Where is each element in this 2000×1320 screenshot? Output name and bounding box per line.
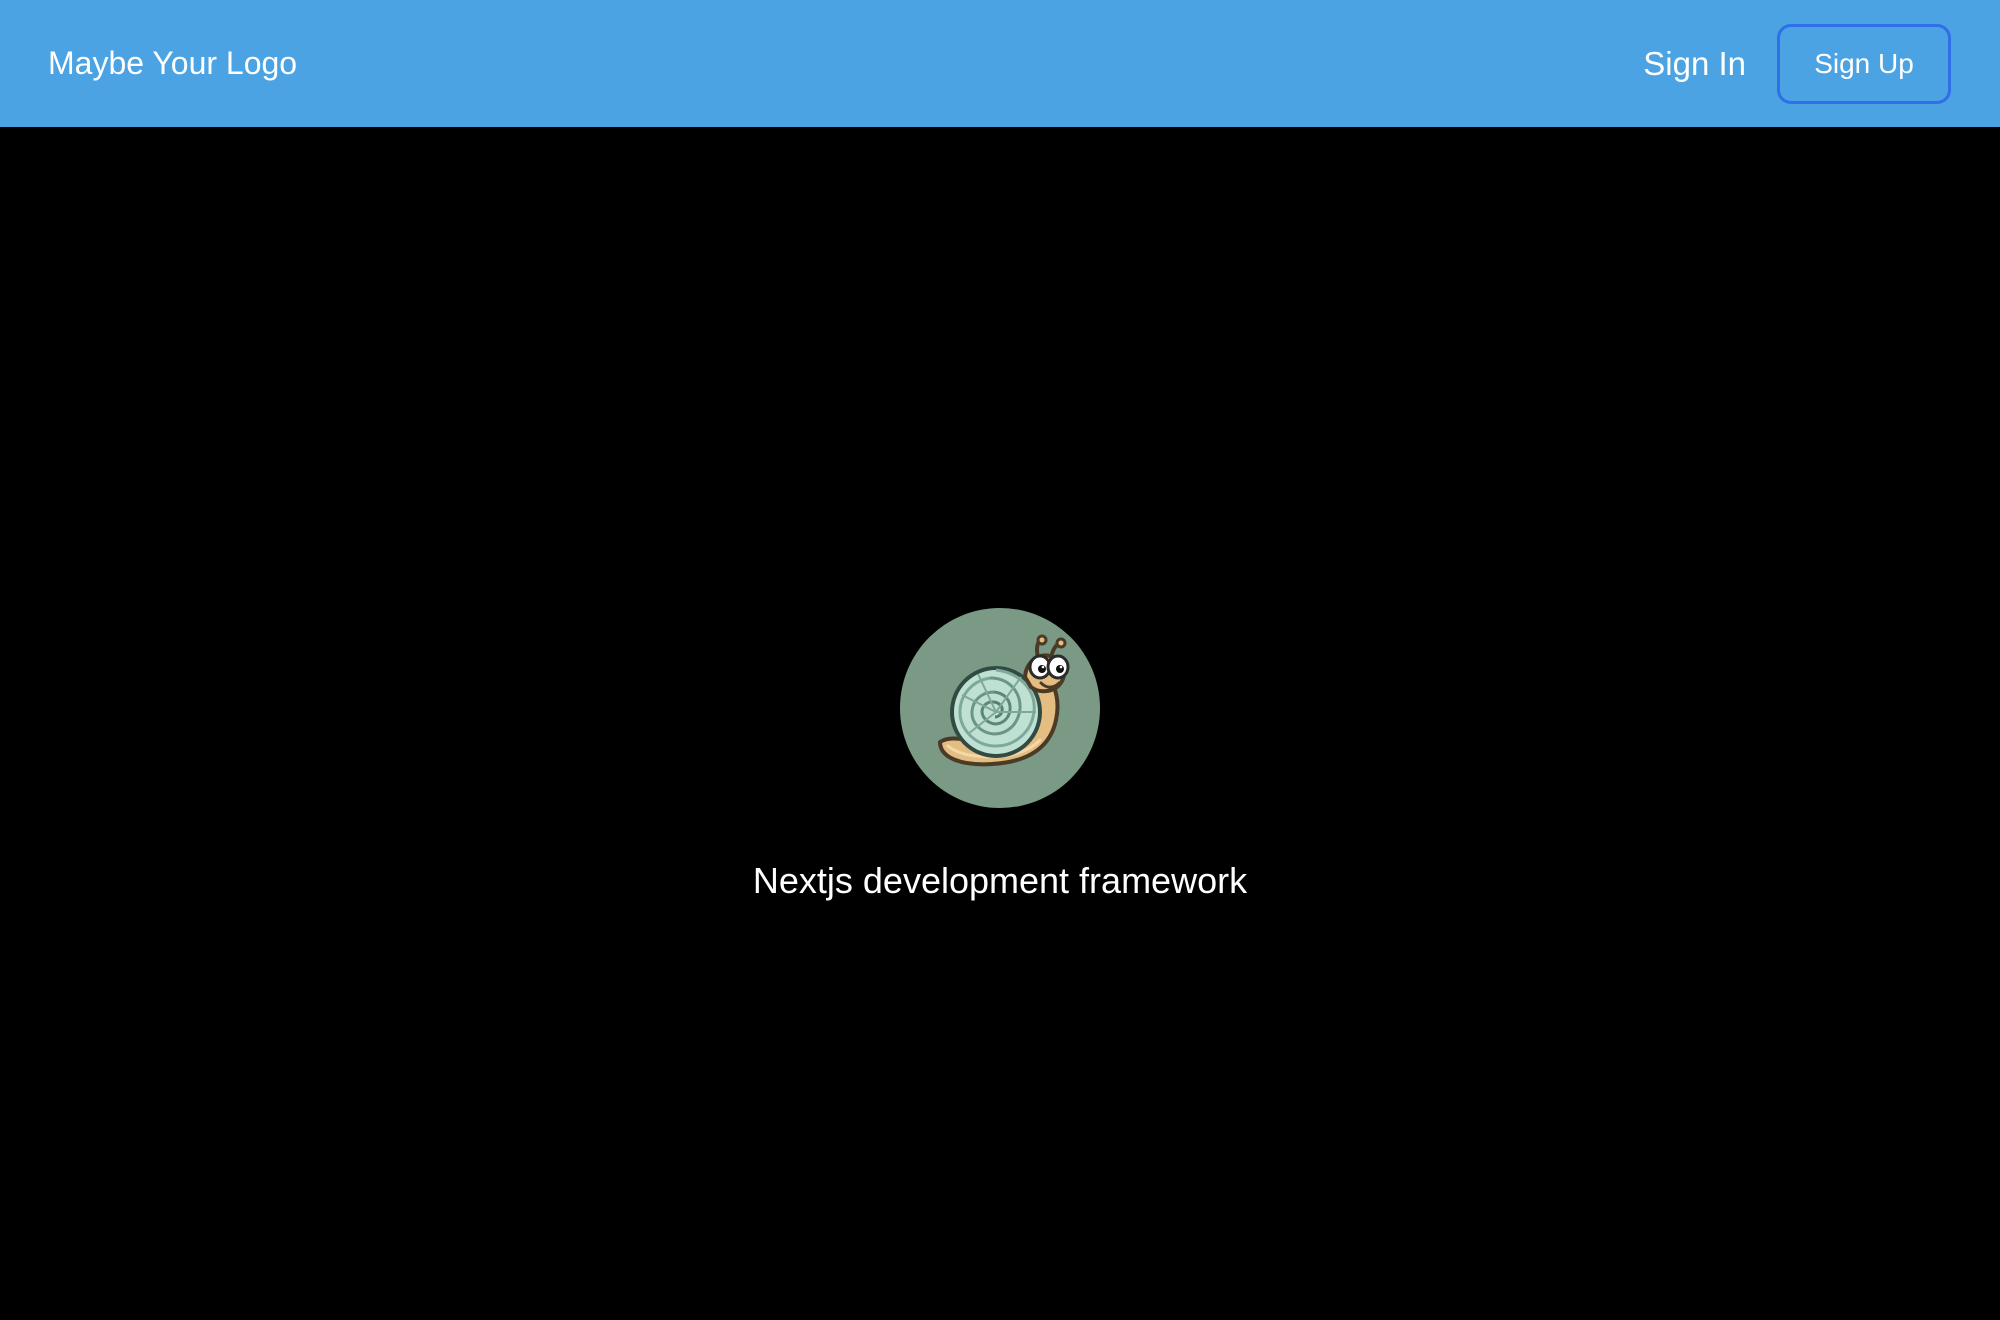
- sign-up-button[interactable]: Sign Up: [1777, 24, 1951, 104]
- hero-avatar: [900, 608, 1100, 808]
- navbar: Maybe Your Logo Sign In Sign Up: [0, 0, 2000, 127]
- sign-in-link[interactable]: Sign In: [1643, 0, 1746, 127]
- logo-text[interactable]: Maybe Your Logo: [48, 0, 297, 127]
- hero-title: Nextjs development framework: [752, 860, 1248, 901]
- snail-icon: [938, 634, 1070, 767]
- hero-section: Nextjs development framework: [0, 127, 2000, 1320]
